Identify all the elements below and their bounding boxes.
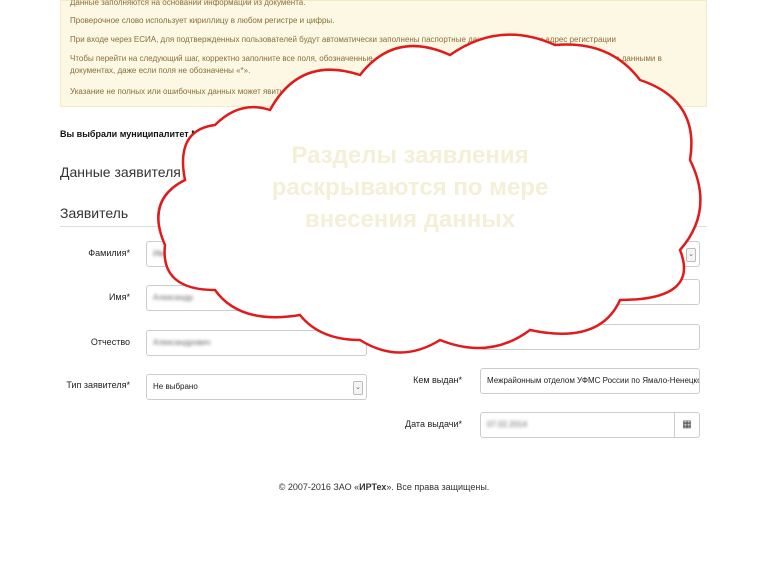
section-heading-applicant-data: Данные заявителя [60,164,181,180]
series-label: Серия* [432,286,462,296]
info-notice: Данные заполняются на основании информац… [60,0,707,107]
footer-suffix: ». Все права защищены. [386,482,490,492]
footer-brand: ИРТех [359,482,387,492]
patronymic-label: Отчество [90,337,130,347]
doc-type-label: Тип документа [400,249,462,259]
applicant-type-value: Не выбрано [153,382,198,391]
patronymic-value: Александрович [153,338,211,347]
number-label: Номер* [430,330,462,340]
series-value: 7410 [487,287,505,296]
notice-line: Проверочное слово использует кириллицу в… [70,16,335,25]
callout-text: Разделы заявления раскрываются по мере в… [271,142,549,233]
choose-other-button[interactable]: Выбрать другой [249,126,323,148]
number-value: 123456 [487,332,514,341]
notice-line: документах, даже если поля не обозначены… [70,66,251,75]
divider [60,226,367,227]
applicant-type-label: Тип заявителя* [66,380,130,390]
section-heading-applicant: Заявитель [60,205,129,221]
series-input[interactable]: 7410 [480,279,700,305]
issue-date-value: 07.02.2014 [487,420,528,429]
surname-input[interactable]: Иванов [146,241,367,267]
issued-by-value: Межрайонным отделом УФМС России по Ямало… [487,376,700,385]
notice-line: Данные заполняются на основании информац… [70,0,306,7]
surname-value: Иванов [153,249,181,258]
issue-date-input[interactable]: 07.02.2014 ▦ [480,412,700,438]
footer-prefix: © 2007-2016 ЗАО « [278,482,360,492]
applicant-type-select[interactable]: Не выбрано ⌄ [146,374,367,400]
municipality-label: Вы выбрали муниципалитет [60,129,189,139]
issued-by-input[interactable]: Межрайонным отделом УФМС России по Ямало… [480,368,700,394]
notice-line: Чтобы перейти на следующий шаг, корректн… [70,54,662,63]
section-heading-identity: Удостоверение личности [392,206,532,220]
issue-date-label: Дата выдачи* [405,419,462,429]
issued-by-label: Кем выдан* [413,375,462,385]
name-value: Александр [153,293,194,302]
footer: © 2007-2016 ЗАО «ИРТех». Все права защищ… [0,482,768,492]
notice-line: При входе через ЕСИА, для подтвержденных… [70,35,616,44]
doc-type-value: Паспорт РФ [487,249,532,258]
municipality-line: Вы выбрали муниципалитет МО г. Краснодар [60,129,264,139]
surname-label: Фамилия* [88,248,130,258]
number-input[interactable]: 123456 [480,324,700,350]
calendar-icon[interactable]: ▦ [674,413,699,437]
doc-type-select[interactable]: Паспорт РФ ⌄ [480,241,700,267]
patronymic-input[interactable]: Александрович [146,330,367,356]
name-label: Имя* [108,292,130,302]
divider [392,226,707,227]
chevron-down-icon: ⌄ [686,248,696,262]
name-input[interactable]: Александр [146,285,367,311]
chevron-down-icon: ⌄ [353,381,363,395]
notice-line: Указание не полных или ошибочных данных … [70,87,578,96]
